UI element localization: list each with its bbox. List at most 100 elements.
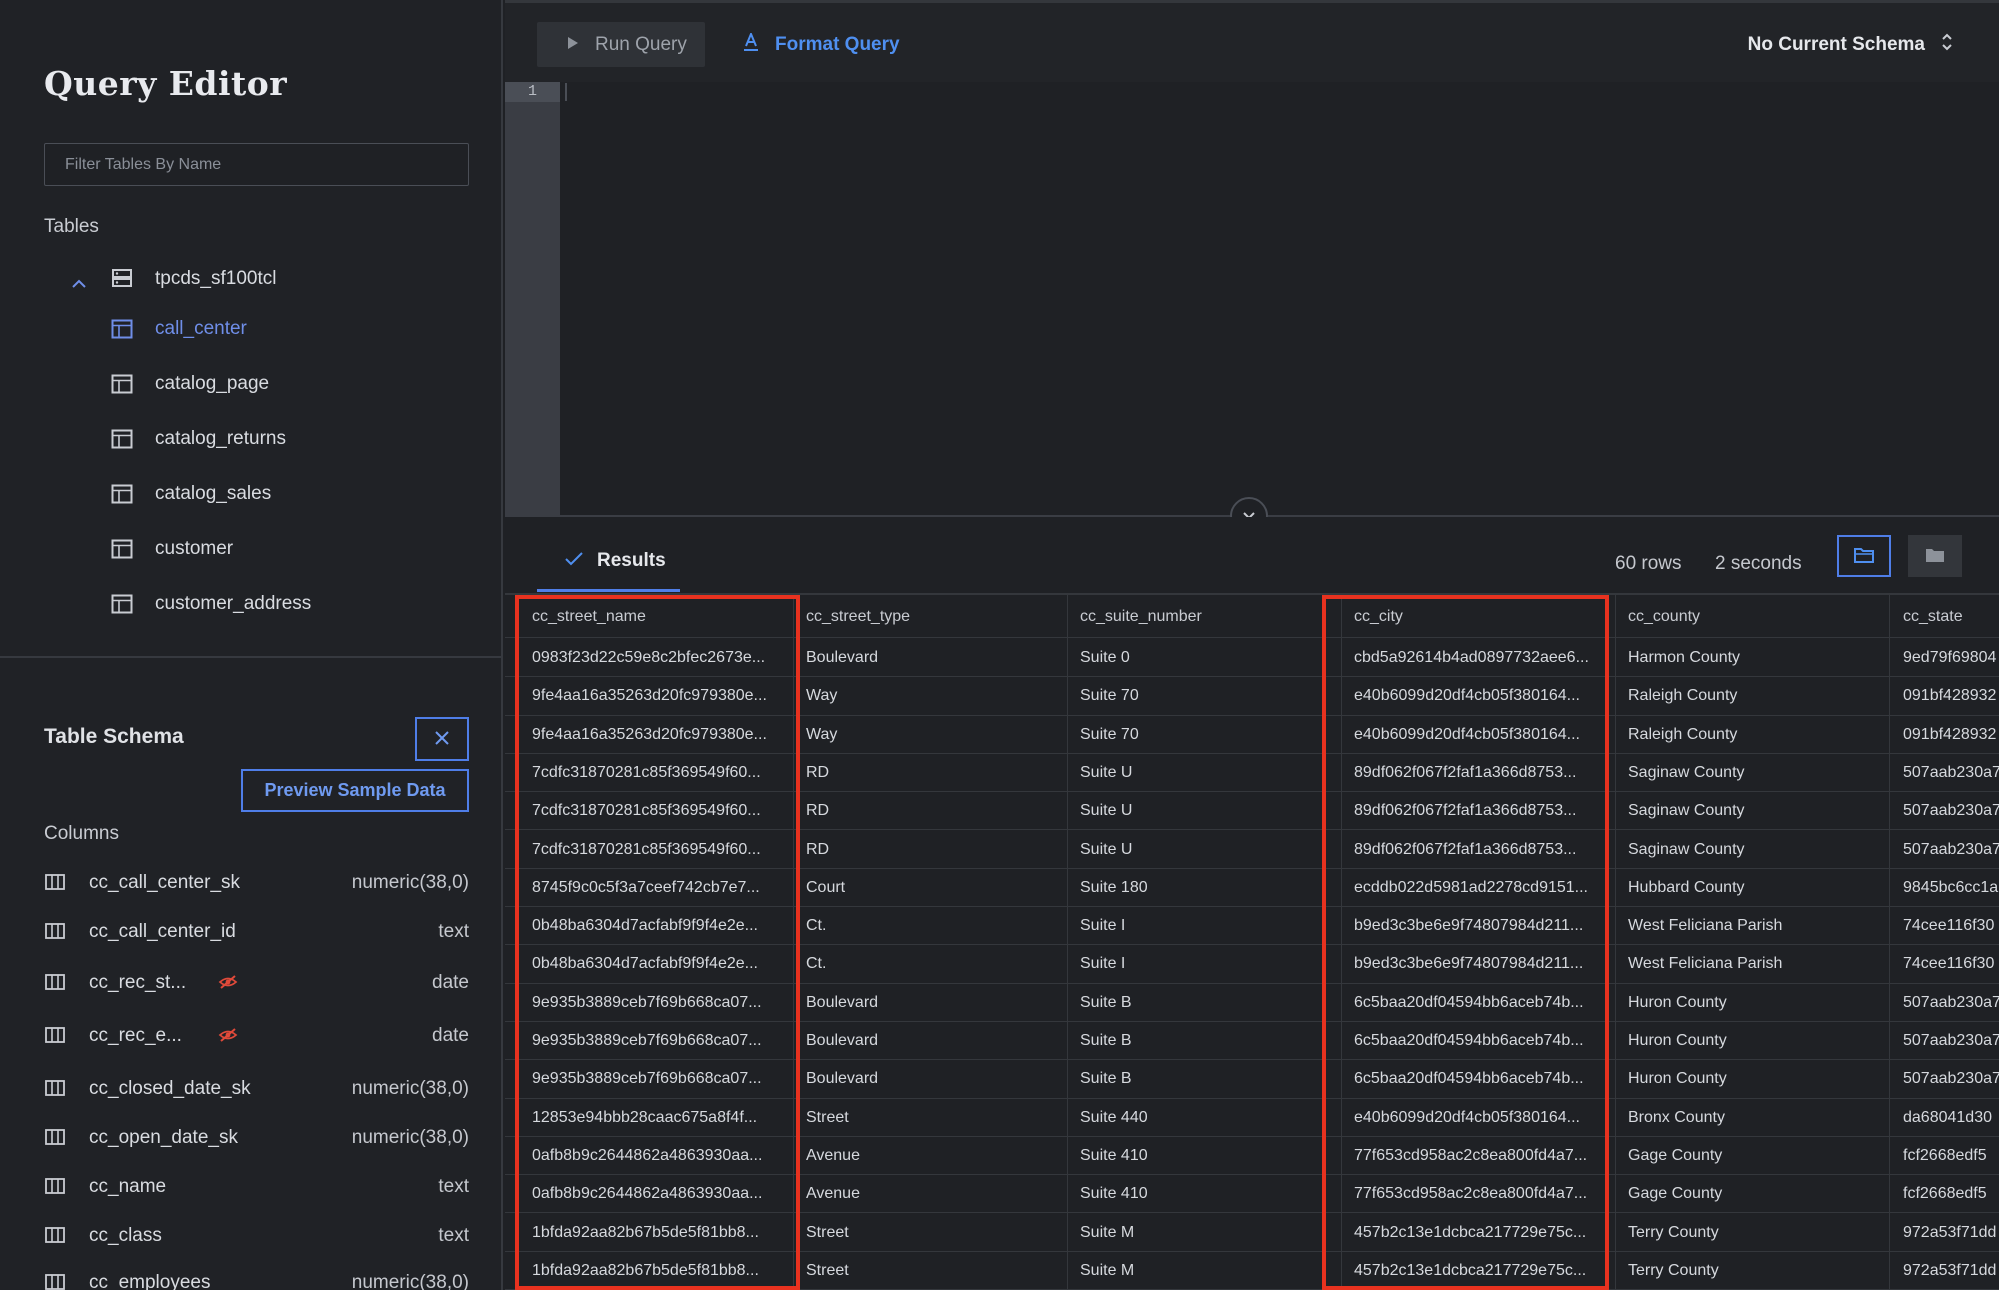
- folder-icon: [1924, 546, 1946, 567]
- columns-label: Columns: [44, 823, 119, 844]
- table-row[interactable]: 1bfda92aa82b67b5de5f81bb8... Street Suite …: [505, 1252, 1999, 1290]
- table-row[interactable]: 9fe4aa16a35263d20fc979380e... Way Suite 70…: [505, 716, 1999, 754]
- column-row[interactable]: cc_call_center_sk numeric(38,0): [0, 858, 503, 908]
- table-row[interactable]: 0983f23d22c59e8c2bfec2673e... Boulevard Su…: [505, 639, 1999, 678]
- table-item-label: customer: [155, 538, 234, 559]
- table-cell: West Feliciana Parish: [1628, 955, 1783, 973]
- table-row[interactable]: 7cdfc31870281c85f369549f60... RD Suite U 89…: [505, 754, 1999, 793]
- column-header-cc-suite-number[interactable]: cc_suite_number: [1080, 595, 1335, 638]
- column-row[interactable]: cc_closed_date_sk numeric(38,0): [0, 1064, 503, 1114]
- column-row[interactable]: cc_call_center_id text: [0, 907, 503, 957]
- text-cursor: [565, 83, 567, 101]
- column-icon: [45, 1274, 65, 1290]
- column-header-cc-state[interactable]: cc_state: [1903, 595, 1999, 638]
- column-name: cc_call_center_id: [89, 921, 236, 942]
- table-item-customer[interactable]: customer: [0, 524, 503, 574]
- format-query-label: Format Query: [775, 33, 900, 55]
- column-row[interactable]: cc_name text: [0, 1162, 503, 1212]
- table-item-catalog-page[interactable]: catalog_page: [0, 359, 503, 409]
- tab-results[interactable]: Results: [537, 541, 666, 581]
- table-cell: 6c5baa20df04594bb6aceb74b...: [1354, 1032, 1584, 1049]
- table-cell: Avenue: [806, 1185, 860, 1203]
- column-row[interactable]: cc_rec_st... date: [0, 958, 503, 1008]
- open-folder-button[interactable]: [1908, 535, 1962, 577]
- column-header-cc-street-name[interactable]: cc_street_name: [532, 595, 787, 638]
- table-cell: Suite M: [1080, 1261, 1135, 1279]
- table-cell: Suite 440: [1080, 1108, 1148, 1126]
- results-grid: cc_street_name cc_street_type cc_suite_num…: [505, 595, 1999, 1290]
- table-cell: 7cdfc31870281c85f369549f60...: [532, 763, 761, 781]
- schema-selector[interactable]: No Current Schema: [1748, 25, 1953, 65]
- table-row[interactable]: 12853e94bbb28caac675a8f4f... Street Suite …: [505, 1099, 1999, 1137]
- table-cell: 9ed79f69804: [1903, 649, 1997, 666]
- column-header-cc-street-type[interactable]: cc_street_type: [806, 595, 1061, 638]
- table-icon: [111, 429, 133, 455]
- filter-tables-input[interactable]: [44, 143, 469, 186]
- table-cell: 457b2c13e1dcbca217729e75c...: [1354, 1261, 1587, 1279]
- table-row[interactable]: 9e935b3889ceb7f69b668ca07... Boulevard Sui…: [505, 1022, 1999, 1061]
- table-cell: Suite 70: [1080, 725, 1139, 743]
- table-item-catalog-sales[interactable]: catalog_sales: [0, 469, 503, 519]
- table-row[interactable]: 0afb8b9c2644862a4863930aa... Avenue Suite …: [505, 1175, 1999, 1214]
- column-name: cc_call_center_sk: [89, 872, 241, 893]
- chevron-up-icon[interactable]: [72, 273, 86, 295]
- column-name: cc_rec_st...: [89, 972, 187, 993]
- table-item-label: customer_address: [155, 593, 312, 614]
- table-row[interactable]: 9e935b3889ceb7f69b668ca07... Boulevard Sui…: [505, 984, 1999, 1022]
- schema-selector-label: No Current Schema: [1747, 34, 1925, 55]
- column-row[interactable]: cc_employees numeric(38,0): [0, 1258, 503, 1290]
- run-query-label: Run Query: [595, 33, 687, 55]
- table-cell: e40b6099d20df4cb05f380164...: [1354, 1108, 1580, 1126]
- table-item-label: call_center: [155, 318, 247, 339]
- table-cell: 507aab230a7: [1903, 763, 1999, 781]
- eye-slash-icon: [218, 1027, 238, 1049]
- column-name: cc_rec_e...: [89, 1025, 182, 1046]
- table-row[interactable]: 7cdfc31870281c85f369549f60... RD Suite U 89…: [505, 831, 1999, 869]
- column-type: numeric(38,0): [351, 1127, 469, 1148]
- column-type: text: [438, 921, 469, 942]
- column-name: cc_name: [89, 1176, 167, 1197]
- table-cell: 972a53f71dd: [1903, 1223, 1997, 1241]
- format-query-button[interactable]: Format Query: [743, 22, 900, 67]
- table-row[interactable]: 0afb8b9c2644862a4863930aa... Avenue Suite …: [505, 1137, 1999, 1176]
- table-cell: RD: [806, 840, 830, 858]
- table-cell: 89df062f067f2faf1a366d8753...: [1354, 840, 1577, 858]
- table-cell: Suite 410: [1080, 1185, 1148, 1203]
- table-row[interactable]: 7cdfc31870281c85f369549f60... RD Suite U 89…: [505, 792, 1999, 831]
- table-cell: Terry County: [1628, 1223, 1719, 1241]
- column-header-cc-city[interactable]: cc_city: [1354, 595, 1609, 638]
- table-row[interactable]: 0b48ba6304d7acfabf9f9f4e2e... Ct. Suite I b…: [505, 945, 1999, 984]
- column-icon: [45, 1178, 65, 1200]
- table-cell: 507aab230a7: [1903, 1070, 1999, 1088]
- preview-sample-data-button[interactable]: Preview Sample Data: [241, 769, 469, 812]
- query-duration: 2 seconds: [1715, 553, 1802, 574]
- table-cell: fcf2668edf5: [1903, 1146, 1987, 1164]
- tables-tree: tpcds_sf100tcl call_center catalog_page ca…: [0, 254, 503, 656]
- table-cell: ecddb022d5981ad2278cd9151...: [1354, 878, 1588, 896]
- column-row[interactable]: cc_rec_e... date: [0, 1011, 503, 1061]
- table-cell: 091bf428932: [1903, 725, 1997, 743]
- tree-database[interactable]: tpcds_sf100tcl: [0, 254, 503, 304]
- table-item-call-center[interactable]: call_center: [0, 304, 503, 354]
- tables-label: Tables: [44, 216, 99, 237]
- table-item-customer-address[interactable]: customer_address: [0, 579, 503, 629]
- column-row[interactable]: cc_class text: [0, 1211, 503, 1261]
- table-cell: cbd5a92614b4ad0897732aee6...: [1354, 649, 1589, 666]
- folder-outline-icon: [1853, 546, 1875, 567]
- table-row[interactable]: 9fe4aa16a35263d20fc979380e... Way Suite 70…: [505, 677, 1999, 716]
- table-row[interactable]: 0b48ba6304d7acfabf9f9f4e2e... Ct. Suite I b…: [505, 907, 1999, 946]
- table-row[interactable]: 8745f9c0c5f3a7ceef742cb7e7... Court Suite …: [505, 869, 1999, 908]
- close-schema-button[interactable]: [415, 717, 469, 761]
- column-icon: [45, 1129, 65, 1151]
- column-header-cc-county[interactable]: cc_county: [1628, 595, 1888, 638]
- table-row[interactable]: 9e935b3889ceb7f69b668ca07... Boulevard Sui…: [505, 1060, 1999, 1099]
- table-cell: 1bfda92aa82b67b5de5f81bb8...: [532, 1261, 759, 1279]
- export-results-button[interactable]: [1837, 535, 1891, 577]
- table-row[interactable]: 1bfda92aa82b67b5de5f81bb8... Street Suite …: [505, 1214, 1999, 1252]
- sql-editor[interactable]: 1: [505, 82, 1999, 516]
- run-query-button[interactable]: Run Query: [537, 22, 705, 67]
- table-cell: 0b48ba6304d7acfabf9f9f4e2e...: [532, 917, 758, 935]
- table-item-catalog-returns[interactable]: catalog_returns: [0, 414, 503, 464]
- column-row[interactable]: cc_open_date_sk numeric(38,0): [0, 1113, 503, 1163]
- app-title: Query Editor: [44, 64, 288, 103]
